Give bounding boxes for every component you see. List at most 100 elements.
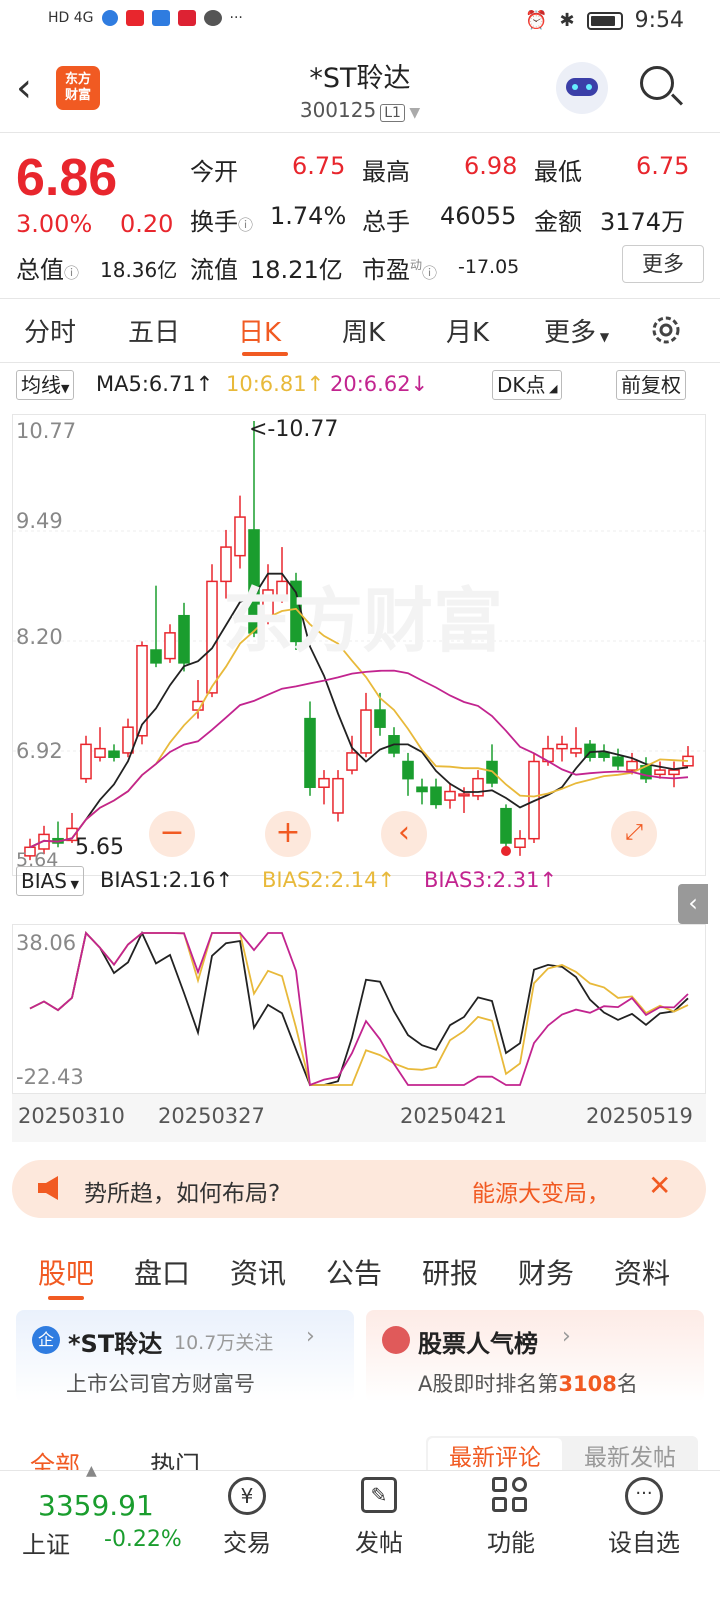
popularity-card[interactable]: 股票人气榜 › A股即时排名第3108名: [366, 1310, 704, 1402]
indicator-select-label: BIAS: [21, 869, 67, 893]
grid-icon: [492, 1477, 530, 1515]
card-stock-name: *ST聆达: [68, 1330, 163, 1358]
candle-body: [626, 760, 638, 771]
caret-down-icon: ◢: [545, 382, 558, 395]
rank-suffix: 名: [616, 1372, 638, 1396]
info-icon[interactable]: ⓘ: [238, 216, 253, 234]
collapse-panel-button[interactable]: ‹: [678, 884, 708, 924]
info-icon[interactable]: ⓘ: [64, 264, 79, 282]
tab-finance[interactable]: 财务: [518, 1252, 574, 1292]
low-value: 6.75: [636, 152, 690, 180]
rank-number: 3108: [558, 1372, 617, 1396]
candle-body: [178, 614, 190, 664]
rank-text: A股即时排名第3108名: [418, 1368, 638, 1398]
candle-body: [668, 769, 680, 776]
edit-icon: ✎: [361, 1477, 397, 1513]
bluetooth-icon: ✱: [559, 10, 575, 31]
more-circle-icon: ···: [625, 1477, 663, 1515]
mcap-label: 总值ⓘ: [16, 250, 79, 285]
close-icon[interactable]: ✕: [648, 1172, 671, 1200]
candle-body: [94, 747, 106, 758]
index-value[interactable]: 3359.91: [38, 1489, 154, 1522]
tab-orderbook[interactable]: 盘口: [134, 1252, 190, 1292]
tab-announcements[interactable]: 公告: [326, 1252, 382, 1292]
follow-count: 10.7万关注: [174, 1332, 274, 1354]
stock-code-row: 300125 L1 ▼: [0, 98, 720, 122]
stock-code: 300125: [299, 98, 377, 122]
y-label: 38.06: [16, 931, 77, 955]
open-label: 今开: [190, 158, 238, 186]
candle-body: [570, 747, 582, 754]
expand-caret-icon[interactable]: ▲: [86, 1463, 97, 1479]
official-account-card[interactable]: 企 *ST聆达 10.7万关注 › 上市公司官方财富号: [16, 1310, 354, 1402]
bias-chart[interactable]: 38.06 -22.43: [12, 924, 706, 1094]
nav-trade-label: 交易: [223, 1529, 271, 1557]
popularity-title: 股票人气榜: [418, 1330, 538, 1358]
tab-research[interactable]: 研报: [422, 1252, 478, 1292]
mcap-label-text: 总值: [16, 256, 64, 284]
y-label: 10.77: [16, 419, 77, 443]
tab-five-day[interactable]: 五日: [128, 312, 180, 349]
tab-profile[interactable]: 资料: [614, 1252, 670, 1292]
candle-body: [500, 807, 512, 844]
tab-weekly-k[interactable]: 周K: [342, 312, 385, 349]
kline-chart[interactable]: 东方财富 10.77 9.49 8.20 6.92 5.64 <-10.77 5…: [12, 414, 706, 876]
level-badge[interactable]: L1: [380, 104, 405, 122]
caret-down-icon: ▼: [596, 330, 610, 344]
turnover-label: 换手ⓘ: [190, 202, 253, 237]
yen-icon: ¥: [228, 1477, 266, 1515]
banner-right-text: 能源大变局，: [472, 1181, 610, 1207]
tab-daily-k[interactable]: 日K: [238, 312, 281, 349]
adjust-select[interactable]: 前复权: [616, 370, 686, 400]
tab-news[interactable]: 资讯: [230, 1252, 286, 1292]
candle-body: [458, 793, 470, 797]
divider: [0, 132, 720, 133]
turnover-value: 1.74%: [270, 202, 347, 230]
candle-body: [514, 837, 526, 849]
candle-body: [304, 717, 316, 788]
nav-post-label: 发帖: [355, 1529, 403, 1557]
amount-label: 金额: [534, 208, 582, 236]
zoom-out-button[interactable]: −: [149, 811, 195, 857]
rank-prefix: A股即时排名第: [418, 1372, 559, 1396]
tab-guba[interactable]: 股吧: [38, 1252, 94, 1292]
gear-icon[interactable]: [648, 312, 684, 348]
nav-trade[interactable]: ¥ 交易: [212, 1477, 282, 1558]
app-icon: [125, 10, 144, 26]
robot-assistant-icon[interactable]: [556, 62, 608, 114]
indicator-select[interactable]: BIAS ▼: [16, 866, 84, 896]
tab-more[interactable]: 更多 ▼: [544, 312, 609, 349]
open-value: 6.75: [292, 152, 346, 180]
banner-left-text: 势所趋，如何布局?: [84, 1181, 281, 1207]
tab-intraday[interactable]: 分时: [24, 312, 76, 349]
candle-body: [430, 786, 442, 806]
more-button[interactable]: 更多: [622, 245, 704, 283]
volume-value: 46055: [440, 202, 517, 230]
caret-down-icon: ▼: [67, 878, 79, 891]
caret-down-icon[interactable]: ▼: [405, 105, 420, 121]
high-label: 最高: [362, 158, 410, 186]
candle-body: [234, 516, 246, 557]
date-label: 20250519: [586, 1104, 693, 1128]
candle-body: [472, 777, 484, 797]
search-icon[interactable]: [640, 66, 684, 108]
app-icon: [177, 10, 196, 26]
fullscreen-button[interactable]: ⤢: [611, 811, 657, 857]
dk-point-select[interactable]: DK点 ◢: [492, 370, 563, 400]
nav-post[interactable]: ✎ 发帖: [344, 1477, 414, 1558]
date-axis: 20250310 20250327 20250421 20250519: [12, 1094, 706, 1142]
nav-add-watchlist[interactable]: ··· 设自选: [596, 1477, 692, 1558]
candle-body: [416, 786, 428, 793]
ma-select[interactable]: 均线▼: [16, 370, 75, 400]
info-icon[interactable]: ⓘ: [422, 264, 437, 282]
nav-functions[interactable]: 功能: [476, 1477, 546, 1558]
amount-value: 3174万: [600, 208, 686, 236]
status-left: HD 4G ···: [48, 10, 243, 26]
bias1-line: [29, 930, 689, 1086]
tab-monthly-k[interactable]: 月K: [446, 312, 489, 349]
zoom-in-button[interactable]: +: [265, 811, 311, 857]
message-icon: [203, 10, 222, 26]
chevron-right-icon: ›: [562, 1324, 571, 1349]
promo-banner[interactable]: 势所趋，如何布局? 能源大变局， ✕: [12, 1160, 706, 1218]
scroll-left-button[interactable]: ‹: [381, 811, 427, 857]
